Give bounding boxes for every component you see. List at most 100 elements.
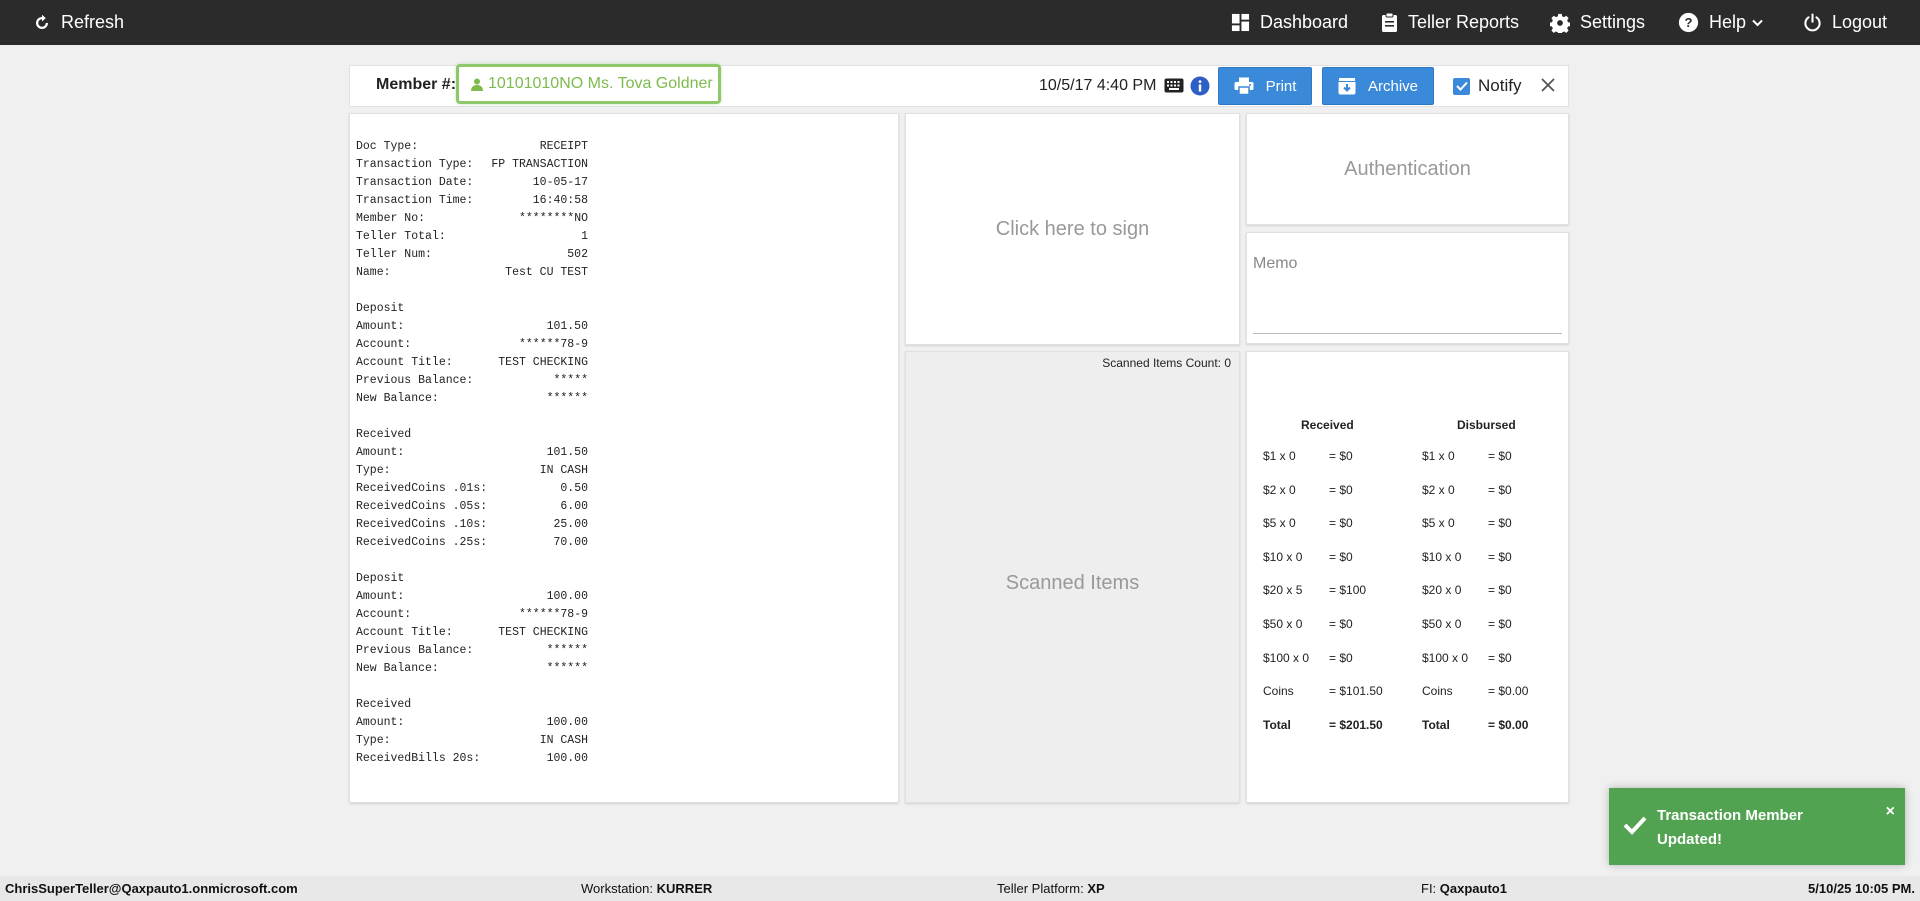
logout-button[interactable]: Logout bbox=[1803, 0, 1887, 45]
receipt-line-label: ReceivedCoins .10s: bbox=[356, 518, 488, 531]
memo-panel: Memo bbox=[1246, 232, 1569, 344]
received-denomination: $50 x 0 bbox=[1263, 617, 1303, 631]
disbursed-denomination: $1 x 0 bbox=[1422, 449, 1455, 463]
printer-icon bbox=[1234, 77, 1254, 95]
dashboard-icon bbox=[1231, 13, 1250, 32]
receipt-line: Previous Balance: ***** bbox=[356, 372, 588, 390]
received-amount: = $100 bbox=[1329, 583, 1367, 598]
notify-checkbox[interactable]: Notify bbox=[1453, 76, 1521, 96]
dashboard-link[interactable]: Dashboard bbox=[1231, 0, 1348, 45]
teller-reports-link[interactable]: Teller Reports bbox=[1381, 0, 1519, 45]
receipt-line-label: ReceivedCoins .25s: bbox=[356, 536, 488, 549]
print-button[interactable]: Print bbox=[1218, 67, 1312, 105]
disbursed-amount: = $0.00 bbox=[1488, 717, 1529, 732]
receipt-line-label: Amount: bbox=[356, 590, 405, 603]
receipt-line: Type: IN CASH bbox=[356, 732, 588, 750]
receipt-line-label: Received bbox=[356, 698, 412, 711]
settings-label: Settings bbox=[1580, 12, 1646, 32]
receipt-line-label: Previous Balance: bbox=[356, 374, 474, 387]
received-denomination: $10 x 0 bbox=[1263, 549, 1303, 564]
memo-input[interactable] bbox=[1253, 333, 1562, 334]
received-amount: = $0 bbox=[1329, 650, 1353, 665]
settings-link[interactable]: Settings bbox=[1550, 0, 1645, 45]
receipt-line bbox=[356, 282, 588, 300]
member-number-field[interactable]: 10101010NO Ms. Tova Goldner bbox=[456, 64, 721, 104]
disbursed-amount: = $0 bbox=[1488, 549, 1512, 564]
receipt-line-label: Teller Total: bbox=[356, 230, 446, 243]
disbursed-amount: = $0 bbox=[1488, 482, 1512, 497]
disbursed-denomination: $10 x 0 bbox=[1422, 549, 1462, 564]
receipt-line-value: 25.00 bbox=[553, 518, 588, 531]
disbursed-denomination: $50 x 0 bbox=[1422, 617, 1462, 631]
receipt-line-label: Account Title: bbox=[356, 356, 453, 369]
archive-label: Archive bbox=[1367, 77, 1419, 95]
toast-close-button[interactable]: × bbox=[1886, 804, 1895, 820]
receipt-line-value: ******78-9 bbox=[518, 338, 588, 351]
toast-notification: Transaction Member Updated! × bbox=[1609, 788, 1905, 865]
platform-value: XP bbox=[1087, 881, 1105, 896]
receipt-line-value: 6.00 bbox=[560, 500, 588, 513]
disbursed-denomination: $20 x 0 bbox=[1422, 583, 1462, 598]
notify-label: Notify bbox=[1478, 76, 1522, 95]
footer-fi: FI: Qaxpauto1 bbox=[1421, 881, 1507, 896]
receipt-line-label: Teller Num: bbox=[356, 248, 432, 261]
info-icon[interactable] bbox=[1190, 76, 1210, 96]
received-amount: = $201.50 bbox=[1329, 717, 1383, 732]
keyboard-icon[interactable] bbox=[1164, 78, 1184, 93]
workstation-value: KURRER bbox=[656, 881, 713, 896]
footer-workstation: Workstation: KURRER bbox=[581, 881, 712, 896]
help-label: Help bbox=[1709, 12, 1747, 32]
signature-pad[interactable]: Click here to sign bbox=[905, 113, 1240, 345]
receipt-line-value: RECEIPT bbox=[539, 140, 588, 153]
print-label: Print bbox=[1265, 77, 1297, 95]
archive-button[interactable]: Archive bbox=[1322, 67, 1434, 105]
signature-prompt: Click here to sign bbox=[995, 217, 1150, 240]
footer-datetime: 5/10/25 10:05 PM. bbox=[1808, 881, 1915, 896]
checkbox-checked-icon[interactable] bbox=[1453, 77, 1470, 95]
received-denomination: Total bbox=[1263, 717, 1291, 732]
dashboard-label: Dashboard bbox=[1260, 12, 1349, 32]
received-denomination: $1 x 0 bbox=[1263, 449, 1296, 463]
receipt-line: Transaction Date: 10-05-17 bbox=[356, 174, 588, 192]
member-number-label: Member #: bbox=[376, 76, 457, 93]
receipt-line-value: ****** bbox=[546, 644, 588, 657]
authentication-panel[interactable]: Authentication bbox=[1246, 113, 1569, 225]
receipt-line-label: Transaction Date: bbox=[356, 176, 474, 189]
cash-summary-panel: Received Disbursed $1 x 0 = $0 $1 x 0 = $0 $… bbox=[1246, 351, 1569, 803]
received-amount: = $0 bbox=[1329, 482, 1353, 497]
footer-platform: Teller Platform: XP bbox=[997, 881, 1105, 896]
received-header: Received bbox=[1301, 418, 1354, 432]
disbursed-amount: = $0.00 bbox=[1488, 684, 1529, 699]
receipt-line-label: Received bbox=[356, 428, 412, 441]
receipt-lines: Doc Type: RECEIPT Transaction Type: FP TRAN… bbox=[356, 138, 588, 768]
receipt-line: Teller Total: 1 bbox=[356, 228, 588, 246]
receipt-line: ReceivedCoins .01s: 0.50 bbox=[356, 480, 588, 498]
refresh-button[interactable]: Refresh bbox=[33, 0, 124, 45]
receipt-line-label: ReceivedCoins .05s: bbox=[356, 500, 488, 513]
receipt-line-label: Account: bbox=[356, 608, 412, 621]
receipt-line: ReceivedBills 20s: 100.00 bbox=[356, 750, 588, 768]
disbursed-denomination: $2 x 0 bbox=[1422, 482, 1455, 497]
member-toolbar: Member #: 10101010NO Ms. Tova Goldner 10… bbox=[349, 64, 1569, 107]
member-number-value: 10101010NO Ms. Tova Goldner bbox=[488, 75, 713, 92]
receipt-line: Amount: 100.00 bbox=[356, 588, 588, 606]
fi-value: Qaxpauto1 bbox=[1439, 881, 1507, 896]
help-menu[interactable]: ? Help bbox=[1678, 0, 1773, 45]
receipt-line-value: IN CASH bbox=[539, 734, 588, 747]
clipboard-icon bbox=[1382, 12, 1397, 32]
receipt-line-value: ****** bbox=[546, 392, 588, 405]
receipt-line: Deposit bbox=[356, 300, 588, 318]
disbursed-denomination: Total bbox=[1422, 717, 1450, 732]
receipt-line-label: Account: bbox=[356, 338, 412, 351]
receipt-line: Previous Balance: ****** bbox=[356, 642, 588, 660]
close-icon[interactable] bbox=[1540, 77, 1556, 93]
receipt-line-label: Amount: bbox=[356, 716, 405, 729]
receipt-line-label: Member No: bbox=[356, 212, 426, 225]
receipt-line: Teller Num: 502 bbox=[356, 246, 588, 264]
footer-user: ChrisSuperTeller@Qaxpauto1.onmicrosoft.c… bbox=[5, 881, 298, 896]
receipt-line-value: 0.50 bbox=[560, 482, 588, 495]
receipt-line: Received bbox=[356, 426, 588, 444]
receipt-line-value: Test CU TEST bbox=[505, 266, 588, 279]
gear-icon bbox=[1550, 13, 1570, 33]
receipt-line-label: Transaction Time: bbox=[356, 194, 474, 207]
